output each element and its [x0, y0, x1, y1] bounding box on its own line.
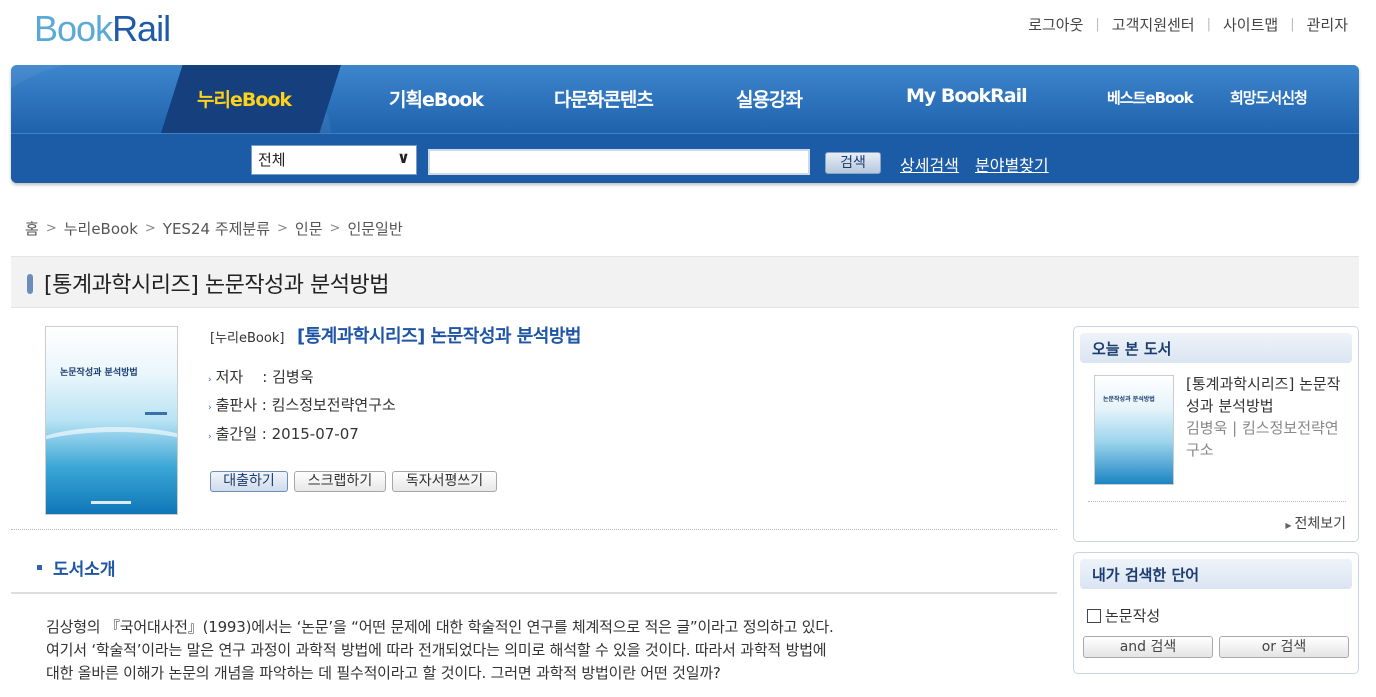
admin-link[interactable]: 관리자	[1307, 14, 1348, 35]
bullet-icon: ›	[208, 375, 212, 385]
intro-line: 김상형의 『국어대사전』(1993)에서는 ‘논문’을 “어떤 문제에 대한 학…	[46, 618, 834, 636]
logo-book-text: Book	[34, 8, 113, 49]
book-author-row: › 저자 : 김병욱	[208, 368, 314, 386]
breadcrumb-humanities[interactable]: 인문	[295, 218, 323, 239]
book-category: [누리eBook]	[210, 331, 285, 346]
cover-decoration	[145, 412, 167, 415]
advanced-search-link[interactable]: 상세검색	[900, 152, 959, 176]
main-navigation: 누리eBook 기획eBook 다문화콘텐츠 실용강좌 My BookRail …	[11, 65, 1359, 183]
cover-title-text: 논문작성과 분석방법	[60, 368, 138, 378]
bullet-icon: ›	[208, 403, 212, 413]
browse-by-field-link[interactable]: 분야별찾기	[975, 152, 1049, 176]
divider	[11, 529, 1057, 530]
cover-wave	[46, 427, 177, 487]
divider	[1088, 501, 1346, 502]
separator: |	[1095, 17, 1100, 32]
book-publisher-row: › 출판사 : 킴스정보전략연구소	[208, 396, 396, 414]
breadcrumb-nuri-ebook[interactable]: 누리eBook	[64, 218, 138, 239]
breadcrumb-yes24-category[interactable]: YES24 주제분류	[163, 218, 270, 239]
search-category-value: 전체	[258, 151, 286, 169]
chevron-down-icon: ∨	[397, 148, 410, 167]
nav-multicultural-content[interactable]: 다문화콘텐츠	[554, 85, 654, 112]
today-viewed-heading: 오늘 본 도서	[1080, 333, 1352, 363]
thumbnail-title-text: 논문작성과 분석방법	[1103, 396, 1155, 403]
search-button[interactable]: 검색	[825, 152, 881, 174]
searched-term-checkbox[interactable]	[1087, 608, 1101, 623]
intro-line: 여기서 ‘학술적’이라는 말은 연구 과정이 과학적 방법에 따라 전개되었다는…	[46, 641, 827, 659]
top-links: 로그아웃 | 고객지원센터 | 사이트맵 | 관리자	[1028, 14, 1348, 35]
view-all-link[interactable]: ▶ 전체보기	[1285, 513, 1346, 533]
logo-rail-text: Rail	[112, 8, 171, 49]
book-date-row: › 출간일 : 2015-07-07	[208, 425, 359, 443]
nav-best-ebook[interactable]: 베스트eBook	[1107, 87, 1194, 108]
and-search-button[interactable]: and 검색	[1083, 636, 1213, 658]
separator: |	[1290, 17, 1295, 32]
publisher-value: 킴스정보전략연구소	[271, 396, 396, 414]
searched-words-panel: 내가 검색한 단어 논문작성 and 검색 or 검색	[1073, 552, 1359, 674]
date-value: 2015-07-07	[271, 425, 359, 443]
book-intro-text: 김상형의 『국어대사전』(1993)에서는 ‘논문’을 “어떤 문제에 대한 학…	[46, 616, 1046, 685]
publisher-label: 출판사	[215, 396, 258, 414]
searched-term-label: 논문작성	[1105, 607, 1161, 625]
page-title: [통계과학시리즈] 논문작성과 분석방법	[44, 273, 390, 298]
nav-my-bookrail[interactable]: My BookRail	[906, 85, 1028, 107]
search-input[interactable]	[428, 149, 810, 175]
breadcrumb-humanities-general[interactable]: 인문일반	[347, 218, 402, 239]
or-search-button[interactable]: or 검색	[1219, 636, 1349, 658]
divider	[11, 592, 1057, 594]
scrap-button[interactable]: 스크랩하기	[294, 471, 386, 492]
section-bullet-icon	[37, 565, 42, 570]
borrow-button[interactable]: 대출하기	[210, 471, 288, 492]
logout-link[interactable]: 로그아웃	[1028, 14, 1083, 35]
breadcrumb: 홈 > 누리eBook > YES24 주제분류 > 인문 > 인문일반	[25, 218, 403, 239]
book-cover-image[interactable]: 논문작성과 분석방법	[45, 326, 178, 515]
chevron-right-icon: >	[329, 221, 341, 236]
searched-words-heading: 내가 검색한 단어	[1080, 559, 1352, 589]
author-value: 김병욱	[272, 368, 314, 386]
chevron-right-icon: >	[144, 221, 156, 236]
separator: |	[1206, 17, 1211, 32]
title-bar-icon	[27, 274, 33, 294]
chevron-right-icon: >	[277, 221, 288, 236]
nav-practical-lectures[interactable]: 실용강좌	[736, 85, 803, 112]
write-review-button[interactable]: 독자서평쓰기	[392, 471, 497, 492]
nav-planned-ebook[interactable]: 기획eBook	[389, 85, 484, 112]
search-category-select[interactable]: 전체 ∨	[251, 145, 417, 175]
customer-center-link[interactable]: 고객지원센터	[1112, 14, 1195, 35]
author-label: 저자	[215, 368, 244, 386]
date-label: 출간일	[215, 425, 258, 443]
sitemap-link[interactable]: 사이트맵	[1223, 14, 1278, 35]
view-all-label: 전체보기	[1294, 516, 1346, 532]
today-book-author: 김병욱 | 킴스정보전략연구소	[1186, 419, 1339, 459]
bookrail-logo[interactable]: BookRail	[34, 8, 171, 50]
breadcrumb-home[interactable]: 홈	[25, 218, 39, 239]
page-title-band: [통계과학시리즈] 논문작성과 분석방법	[11, 256, 1359, 308]
searched-term-row: 논문작성	[1087, 605, 1160, 626]
nav-request-book[interactable]: 희망도서신청	[1230, 87, 1308, 108]
chevron-right-icon: >	[45, 221, 57, 236]
nav-nuri-ebook[interactable]: 누리eBook	[197, 85, 292, 112]
book-intro-heading: 도서소개	[53, 560, 116, 580]
bullet-icon: ›	[208, 432, 212, 442]
cover-publisher-mark	[91, 501, 131, 504]
today-book-thumbnail[interactable]: 논문작성과 분석방법	[1094, 375, 1174, 485]
intro-line: 대한 올바른 이해가 논문의 개념을 파악하는 데 필수적이라고 할 것이다. …	[46, 664, 721, 682]
book-title[interactable]: [통계과학시리즈] 논문작성과 분석방법	[297, 322, 581, 348]
triangle-right-icon: ▶	[1285, 521, 1292, 530]
today-book-title[interactable]: [통계과학시리즈] 논문작성과 분석방법	[1186, 373, 1351, 417]
today-viewed-panel: 오늘 본 도서 논문작성과 분석방법 [통계과학시리즈] 논문작성과 분석방법 …	[1073, 326, 1359, 542]
